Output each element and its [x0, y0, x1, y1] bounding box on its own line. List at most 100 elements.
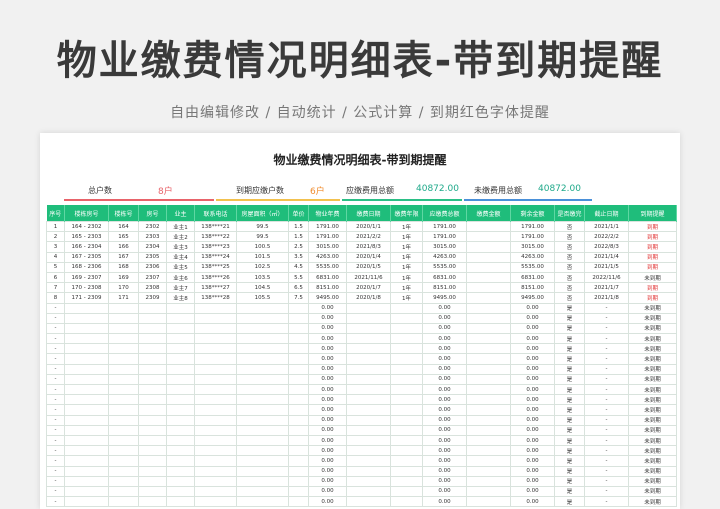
table-cell[interactable]: 168 - 2306 [64, 261, 109, 273]
table-cell[interactable] [390, 333, 423, 345]
table-cell[interactable]: 0.00 [308, 302, 347, 314]
table-cell[interactable] [346, 414, 391, 426]
table-cell[interactable]: 0.00 [422, 373, 467, 386]
table-cell[interactable] [194, 373, 237, 386]
table-cell[interactable]: - [46, 363, 65, 375]
table-cell[interactable]: 0.00 [422, 496, 467, 508]
column-header[interactable]: 楼栋号 [108, 205, 139, 222]
table-cell[interactable] [138, 322, 167, 335]
table-cell[interactable] [138, 343, 167, 355]
table-cell[interactable] [194, 434, 237, 447]
table-cell[interactable]: 否 [554, 292, 585, 304]
table-cell[interactable]: 是 [554, 455, 585, 467]
table-cell[interactable] [138, 373, 167, 386]
column-header[interactable]: 房号 [138, 205, 167, 222]
table-cell[interactable] [64, 424, 109, 436]
table-cell[interactable]: 8151.00 [510, 282, 555, 294]
table-cell[interactable] [166, 424, 195, 436]
table-cell[interactable]: 未到期 [628, 485, 677, 498]
table-cell[interactable]: 0.00 [510, 465, 555, 477]
table-row-empty[interactable]: -0.00 0.00 0.00 是 - 未到期 [46, 353, 677, 365]
table-cell[interactable]: 2021/11/6 [346, 271, 391, 284]
table-cell[interactable]: 到期 [628, 251, 677, 263]
table-cell[interactable] [288, 302, 309, 314]
table-cell[interactable] [390, 445, 423, 457]
table-cell[interactable] [346, 363, 391, 375]
table-cell[interactable] [194, 414, 237, 426]
table-cell[interactable]: 未到期 [628, 404, 677, 416]
table-cell[interactable] [194, 465, 237, 477]
table-cell[interactable]: 未到期 [628, 271, 677, 284]
table-cell[interactable] [466, 434, 511, 447]
table-cell[interactable]: 0.00 [510, 343, 555, 355]
table-cell[interactable]: 0.00 [510, 434, 555, 447]
table-cell[interactable]: 1年 [390, 271, 423, 284]
table-cell[interactable]: 165 [108, 231, 139, 243]
table-cell[interactable] [236, 363, 289, 375]
table-cell[interactable]: 0.00 [510, 424, 555, 436]
table-cell[interactable] [288, 322, 309, 335]
table-cell[interactable]: 1年 [390, 220, 423, 233]
table-cell[interactable]: 到期 [628, 241, 677, 253]
table-cell[interactable]: 5535.00 [422, 261, 467, 273]
table-row[interactable]: 8 171 - 2309 171 2309 业主8 138****28 105.5 7.5 94… [46, 292, 677, 304]
table-cell[interactable] [138, 496, 167, 508]
table-cell[interactable] [166, 363, 195, 375]
table-cell[interactable]: 6.5 [288, 282, 309, 294]
table-row[interactable]: 5 168 - 2306 168 2306 业主5 138****25 102.5 4.5 55… [46, 261, 677, 273]
table-cell[interactable] [466, 220, 511, 233]
table-cell[interactable]: 1年 [390, 241, 423, 253]
table-cell[interactable] [288, 312, 309, 324]
table-cell[interactable]: 1.5 [288, 220, 309, 233]
table-cell[interactable] [194, 475, 237, 487]
table-cell[interactable]: 未到期 [628, 394, 677, 406]
table-cell[interactable] [166, 475, 195, 487]
table-cell[interactable] [64, 414, 109, 426]
table-cell[interactable] [166, 404, 195, 416]
table-cell[interactable] [108, 353, 139, 365]
table-cell[interactable]: 是 [554, 414, 585, 426]
table-cell[interactable] [194, 445, 237, 457]
table-cell[interactable] [166, 496, 195, 508]
table-cell[interactable] [138, 475, 167, 487]
table-cell[interactable]: 0.00 [510, 333, 555, 345]
table-cell[interactable] [466, 475, 511, 487]
table-cell[interactable] [288, 404, 309, 416]
table-cell[interactable] [236, 383, 289, 396]
table-cell[interactable] [108, 496, 139, 508]
table-cell[interactable]: 170 [108, 282, 139, 294]
table-cell[interactable]: 到期 [628, 220, 677, 233]
table-cell[interactable] [64, 302, 109, 314]
table-cell[interactable]: 0.00 [422, 353, 467, 365]
table-cell[interactable] [108, 343, 139, 355]
table-row-empty[interactable]: -0.00 0.00 0.00 是 - 未到期 [46, 394, 677, 406]
table-cell[interactable] [108, 434, 139, 447]
table-cell[interactable]: 是 [554, 302, 585, 314]
table-cell[interactable]: 0.00 [422, 302, 467, 314]
table-cell[interactable]: 5.5 [288, 271, 309, 284]
table-cell[interactable] [194, 333, 237, 345]
table-cell[interactable] [288, 353, 309, 365]
table-cell[interactable]: 业主8 [166, 292, 195, 304]
table-cell[interactable] [346, 434, 391, 447]
table-cell[interactable]: 171 - 2309 [64, 292, 109, 304]
table-cell[interactable] [390, 322, 423, 335]
table-cell[interactable]: 0.00 [308, 445, 347, 457]
table-cell[interactable] [236, 434, 289, 447]
table-cell[interactable]: 1791.00 [422, 220, 467, 233]
table-cell[interactable]: 是 [554, 496, 585, 508]
table-cell[interactable]: 138****27 [194, 282, 237, 294]
table-cell[interactable]: - [584, 424, 629, 436]
table-cell[interactable]: - [584, 404, 629, 416]
table-cell[interactable] [346, 373, 391, 386]
table-cell[interactable]: 0.00 [510, 394, 555, 406]
table-cell[interactable] [108, 302, 139, 314]
column-header[interactable]: 是否缴完 [554, 205, 585, 222]
table-cell[interactable]: 2305 [138, 251, 167, 263]
table-cell[interactable]: 1.5 [288, 231, 309, 243]
table-cell[interactable] [390, 383, 423, 396]
table-cell[interactable]: 是 [554, 363, 585, 375]
table-cell[interactable] [346, 383, 391, 396]
table-cell[interactable] [390, 312, 423, 324]
table-cell[interactable]: 171 [108, 292, 139, 304]
